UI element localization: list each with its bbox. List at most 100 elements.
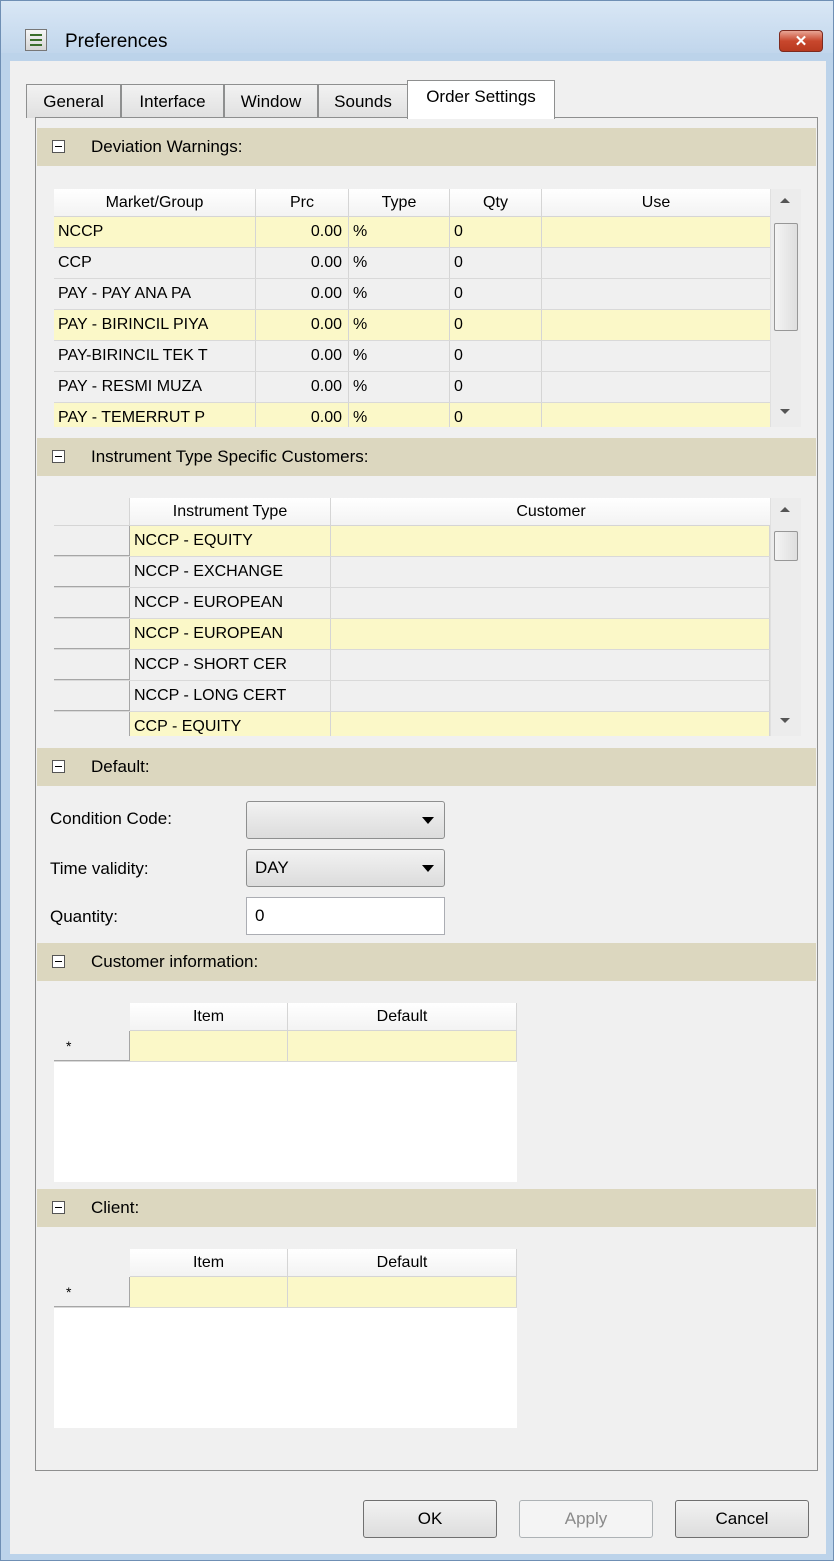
collapse-icon[interactable] [52, 760, 65, 773]
tab-sounds[interactable]: Sounds [318, 84, 408, 118]
table-row[interactable]: NCCP - EQUITY [54, 526, 770, 557]
use-cell[interactable] [542, 341, 771, 371]
row-header[interactable] [54, 681, 130, 711]
qty-cell[interactable]: 0 [450, 217, 542, 247]
client-header[interactable]: Client: [37, 1189, 816, 1227]
row-header[interactable] [54, 619, 130, 649]
column-header-item[interactable]: Item [130, 1249, 288, 1276]
table-row[interactable]: PAY - PAY ANA PA 0.00% 0 [54, 279, 771, 310]
default-cell[interactable] [288, 1277, 517, 1307]
table-row[interactable]: NCCP - EUROPEAN [54, 619, 770, 650]
prc-cell[interactable]: 0.00 [256, 279, 349, 309]
market-cell[interactable]: PAY - RESMI MUZA [54, 372, 256, 402]
row-header[interactable] [54, 650, 130, 680]
instrument-type-cell[interactable]: NCCP - SHORT CER [130, 650, 331, 680]
item-cell[interactable] [130, 1277, 288, 1307]
type-cell[interactable]: % [349, 341, 450, 371]
customer-cell[interactable] [331, 619, 770, 649]
market-cell[interactable]: PAY-BIRINCIL TEK T [54, 341, 256, 371]
type-cell[interactable]: % [349, 372, 450, 402]
qty-cell[interactable]: 0 [450, 341, 542, 371]
use-cell[interactable] [542, 279, 771, 309]
instrument-type-cell[interactable]: NCCP - EUROPEAN [130, 588, 331, 618]
tab-order-settings[interactable]: Order Settings [407, 80, 555, 119]
table-row[interactable]: CCP - EQUITY [54, 712, 770, 736]
use-cell[interactable] [542, 248, 771, 278]
row-header[interactable] [54, 588, 130, 618]
collapse-icon[interactable] [52, 450, 65, 463]
table-row[interactable]: NCCP - LONG CERT [54, 681, 770, 712]
scrollbar-thumb[interactable] [774, 223, 798, 331]
quantity-input[interactable]: 0 [246, 897, 445, 935]
table-row[interactable]: PAY-BIRINCIL TEK T 0.00% 0 [54, 341, 771, 372]
item-cell[interactable] [130, 1031, 288, 1061]
instrument-type-cell[interactable]: NCCP - EQUITY [130, 526, 331, 556]
column-header-qty[interactable]: Qty [450, 189, 542, 216]
prc-cell[interactable]: 0.00 [256, 341, 349, 371]
type-cell[interactable]: % [349, 310, 450, 340]
qty-cell[interactable]: 0 [450, 279, 542, 309]
row-header[interactable] [54, 526, 130, 556]
table-row[interactable]: CCP 0.00% 0 [54, 248, 771, 279]
table-row[interactable]: NCCP - EXCHANGE [54, 557, 770, 588]
prc-cell[interactable]: 0.00 [256, 310, 349, 340]
use-cell[interactable] [542, 372, 771, 402]
market-cell[interactable]: PAY - PAY ANA PA [54, 279, 256, 309]
table-row[interactable]: NCCP 0.00% 0 [54, 217, 771, 248]
close-button[interactable]: ✕ [779, 30, 823, 52]
condition-code-select[interactable] [246, 801, 445, 839]
market-cell[interactable]: NCCP [54, 217, 256, 247]
default-cell[interactable] [288, 1031, 517, 1061]
customer-cell[interactable] [331, 526, 770, 556]
scroll-down-icon[interactable] [780, 718, 790, 723]
prc-cell[interactable]: 0.00 [256, 217, 349, 247]
new-row[interactable]: * [54, 1031, 517, 1062]
type-cell[interactable]: % [349, 248, 450, 278]
customer-cell[interactable] [331, 712, 770, 736]
table-row[interactable]: PAY - BIRINCIL PIYA 0.00% 0 [54, 310, 771, 341]
qty-cell[interactable]: 0 [450, 403, 542, 427]
instrument-customers-header[interactable]: Instrument Type Specific Customers: [37, 438, 816, 476]
use-cell[interactable] [542, 217, 771, 247]
instrument-type-cell[interactable]: NCCP - EUROPEAN [130, 619, 331, 649]
column-header-item[interactable]: Item [130, 1003, 288, 1030]
prc-cell[interactable]: 0.00 [256, 248, 349, 278]
column-header-market-group[interactable]: Market/Group [54, 189, 256, 216]
ok-button[interactable]: OK [363, 1500, 497, 1538]
title-bar[interactable]: Preferences ✕ [1, 1, 833, 53]
tab-interface[interactable]: Interface [121, 84, 224, 118]
scroll-up-icon[interactable] [780, 198, 790, 203]
column-header-customer[interactable]: Customer [331, 498, 772, 525]
row-header[interactable] [54, 557, 130, 587]
market-cell[interactable]: PAY - TEMERRUT P [54, 403, 256, 427]
scrollbar-thumb[interactable] [774, 531, 798, 561]
deviation-scrollbar[interactable] [770, 189, 801, 427]
default-header[interactable]: Default: [37, 748, 816, 786]
column-header-default[interactable]: Default [288, 1003, 517, 1030]
collapse-icon[interactable] [52, 1201, 65, 1214]
table-row[interactable]: PAY - TEMERRUT P 0.00% 0 [54, 403, 771, 427]
new-row[interactable]: * [54, 1277, 517, 1308]
table-row[interactable]: NCCP - SHORT CER [54, 650, 770, 681]
collapse-icon[interactable] [52, 955, 65, 968]
table-row[interactable]: NCCP - EUROPEAN [54, 588, 770, 619]
qty-cell[interactable]: 0 [450, 372, 542, 402]
table-row[interactable]: PAY - RESMI MUZA 0.00% 0 [54, 372, 771, 403]
customer-cell[interactable] [331, 650, 770, 680]
instrument-type-cell[interactable]: NCCP - LONG CERT [130, 681, 331, 711]
prc-cell[interactable]: 0.00 [256, 372, 349, 402]
column-header-prc[interactable]: Prc [256, 189, 349, 216]
qty-cell[interactable]: 0 [450, 248, 542, 278]
time-validity-select[interactable]: DAY [246, 849, 445, 887]
market-cell[interactable]: CCP [54, 248, 256, 278]
collapse-icon[interactable] [52, 140, 65, 153]
customer-cell[interactable] [331, 588, 770, 618]
column-header-use[interactable]: Use [542, 189, 771, 216]
deviation-warnings-header[interactable]: Deviation Warnings: [37, 128, 816, 166]
scroll-up-icon[interactable] [780, 507, 790, 512]
instrument-type-cell[interactable]: NCCP - EXCHANGE [130, 557, 331, 587]
tab-window[interactable]: Window [224, 84, 318, 118]
customer-cell[interactable] [331, 681, 770, 711]
column-header-instrument-type[interactable]: Instrument Type [130, 498, 331, 525]
scroll-down-icon[interactable] [780, 409, 790, 414]
